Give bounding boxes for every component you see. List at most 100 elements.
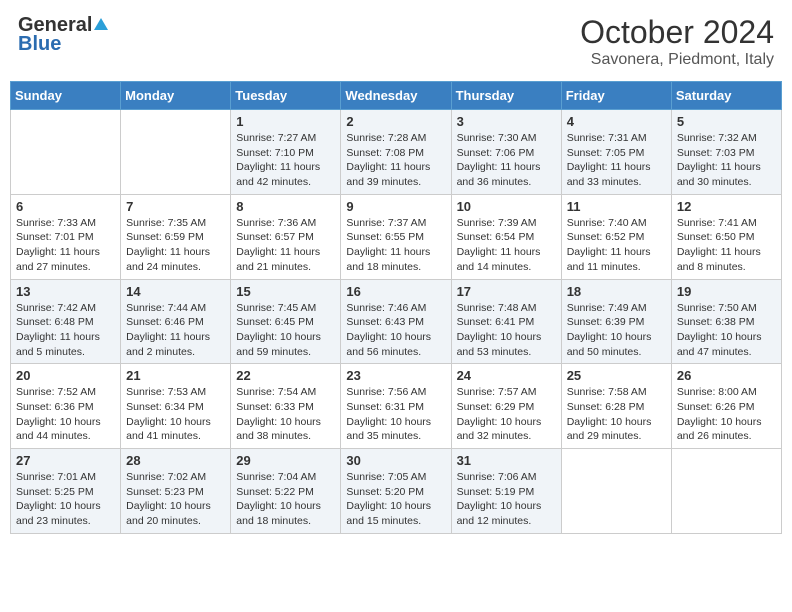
day-number: 14 xyxy=(126,284,225,299)
calendar-cell: 10 Sunrise: 7:39 AM Sunset: 6:54 PM Dayli… xyxy=(451,194,561,279)
cell-info: Sunrise: 7:31 AM Sunset: 7:05 PM Dayligh… xyxy=(567,131,666,190)
calendar-cell: 23 Sunrise: 7:56 AM Sunset: 6:31 PM Dayli… xyxy=(341,364,451,449)
day-number: 15 xyxy=(236,284,335,299)
day-number: 31 xyxy=(457,453,556,468)
calendar-cell: 14 Sunrise: 7:44 AM Sunset: 6:46 PM Dayli… xyxy=(121,279,231,364)
day-number: 9 xyxy=(346,199,445,214)
calendar-cell: 25Sunrise: 7:58 AM Sunset: 6:28 PM Dayli… xyxy=(561,364,671,449)
calendar-cell: 5 Sunrise: 7:32 AM Sunset: 7:03 PM Daylig… xyxy=(671,110,781,195)
calendar-cell: 21 Sunrise: 7:53 AM Sunset: 6:34 PM Dayli… xyxy=(121,364,231,449)
day-number: 11 xyxy=(567,199,666,214)
cell-info: Sunrise: 7:37 AM Sunset: 6:55 PM Dayligh… xyxy=(346,216,445,275)
day-number: 4 xyxy=(567,114,666,129)
day-number: 26 xyxy=(677,368,776,383)
calendar-cell: 28 Sunrise: 7:02 AM Sunset: 5:23 PM Dayli… xyxy=(121,449,231,534)
day-number: 3 xyxy=(457,114,556,129)
day-number: 13 xyxy=(16,284,115,299)
cell-info: Sunrise: 7:53 AM Sunset: 6:34 PM Dayligh… xyxy=(126,385,225,444)
calendar-cell: 20Sunrise: 7:52 AM Sunset: 6:36 PM Dayli… xyxy=(11,364,121,449)
day-number: 8 xyxy=(236,199,335,214)
day-number: 6 xyxy=(16,199,115,214)
calendar-cell: 7Sunrise: 7:35 AM Sunset: 6:59 PM Daylig… xyxy=(121,194,231,279)
column-header-thursday: Thursday xyxy=(451,82,561,110)
day-number: 10 xyxy=(457,199,556,214)
cell-info: Sunrise: 7:05 AM Sunset: 5:20 PM Dayligh… xyxy=(346,470,445,529)
day-number: 22 xyxy=(236,368,335,383)
calendar-cell: 16Sunrise: 7:46 AM Sunset: 6:43 PM Dayli… xyxy=(341,279,451,364)
calendar-cell: 30 Sunrise: 7:05 AM Sunset: 5:20 PM Dayli… xyxy=(341,449,451,534)
cell-info: Sunrise: 7:49 AM Sunset: 6:39 PM Dayligh… xyxy=(567,301,666,360)
calendar-week-4: 20Sunrise: 7:52 AM Sunset: 6:36 PM Dayli… xyxy=(11,364,782,449)
calendar-cell: 12 Sunrise: 7:41 AM Sunset: 6:50 PM Dayli… xyxy=(671,194,781,279)
calendar-cell: 22 Sunrise: 7:54 AM Sunset: 6:33 PM Dayli… xyxy=(231,364,341,449)
calendar-cell: 2 Sunrise: 7:28 AM Sunset: 7:08 PM Daylig… xyxy=(341,110,451,195)
calendar-cell: 15Sunrise: 7:45 AM Sunset: 6:45 PM Dayli… xyxy=(231,279,341,364)
cell-info: Sunrise: 7:44 AM Sunset: 6:46 PM Dayligh… xyxy=(126,301,225,360)
day-number: 28 xyxy=(126,453,225,468)
cell-info: Sunrise: 7:06 AM Sunset: 5:19 PM Dayligh… xyxy=(457,470,556,529)
day-number: 29 xyxy=(236,453,335,468)
calendar-cell xyxy=(561,449,671,534)
calendar-cell: 1 Sunrise: 7:27 AM Sunset: 7:10 PM Daylig… xyxy=(231,110,341,195)
cell-info: Sunrise: 7:36 AM Sunset: 6:57 PM Dayligh… xyxy=(236,216,335,275)
day-number: 5 xyxy=(677,114,776,129)
day-number: 30 xyxy=(346,453,445,468)
calendar-cell xyxy=(121,110,231,195)
calendar-week-3: 13 Sunrise: 7:42 AM Sunset: 6:48 PM Dayli… xyxy=(11,279,782,364)
cell-info: Sunrise: 7:39 AM Sunset: 6:54 PM Dayligh… xyxy=(457,216,556,275)
calendar-cell: 8 Sunrise: 7:36 AM Sunset: 6:57 PM Daylig… xyxy=(231,194,341,279)
cell-info: Sunrise: 7:56 AM Sunset: 6:31 PM Dayligh… xyxy=(346,385,445,444)
calendar-week-2: 6Sunrise: 7:33 AM Sunset: 7:01 PM Daylig… xyxy=(11,194,782,279)
day-number: 25 xyxy=(567,368,666,383)
page-header: General Blue October 2024 Savonera, Pied… xyxy=(10,10,782,73)
calendar-cell xyxy=(11,110,121,195)
cell-info: Sunrise: 7:28 AM Sunset: 7:08 PM Dayligh… xyxy=(346,131,445,190)
calendar-cell: 19Sunrise: 7:50 AM Sunset: 6:38 PM Dayli… xyxy=(671,279,781,364)
calendar-cell: 13 Sunrise: 7:42 AM Sunset: 6:48 PM Dayli… xyxy=(11,279,121,364)
calendar-cell: 4 Sunrise: 7:31 AM Sunset: 7:05 PM Daylig… xyxy=(561,110,671,195)
calendar-week-1: 1 Sunrise: 7:27 AM Sunset: 7:10 PM Daylig… xyxy=(11,110,782,195)
day-number: 24 xyxy=(457,368,556,383)
day-number: 1 xyxy=(236,114,335,129)
column-headers: SundayMondayTuesdayWednesdayThursdayFrid… xyxy=(11,82,782,110)
cell-info: Sunrise: 8:00 AM Sunset: 6:26 PM Dayligh… xyxy=(677,385,776,444)
day-number: 21 xyxy=(126,368,225,383)
location-text: Savonera, Piedmont, Italy xyxy=(580,51,774,69)
calendar-cell: 17 Sunrise: 7:48 AM Sunset: 6:41 PM Dayli… xyxy=(451,279,561,364)
cell-info: Sunrise: 7:40 AM Sunset: 6:52 PM Dayligh… xyxy=(567,216,666,275)
column-header-saturday: Saturday xyxy=(671,82,781,110)
cell-info: Sunrise: 7:54 AM Sunset: 6:33 PM Dayligh… xyxy=(236,385,335,444)
day-number: 18 xyxy=(567,284,666,299)
logo-triangle-icon xyxy=(94,18,108,30)
column-header-wednesday: Wednesday xyxy=(341,82,451,110)
calendar-cell: 26 Sunrise: 8:00 AM Sunset: 6:26 PM Dayli… xyxy=(671,364,781,449)
cell-info: Sunrise: 7:57 AM Sunset: 6:29 PM Dayligh… xyxy=(457,385,556,444)
cell-info: Sunrise: 7:27 AM Sunset: 7:10 PM Dayligh… xyxy=(236,131,335,190)
calendar-cell: 9 Sunrise: 7:37 AM Sunset: 6:55 PM Daylig… xyxy=(341,194,451,279)
cell-info: Sunrise: 7:46 AM Sunset: 6:43 PM Dayligh… xyxy=(346,301,445,360)
calendar-cell: 6Sunrise: 7:33 AM Sunset: 7:01 PM Daylig… xyxy=(11,194,121,279)
day-number: 17 xyxy=(457,284,556,299)
title-section: October 2024 Savonera, Piedmont, Italy xyxy=(580,14,774,69)
calendar-cell xyxy=(671,449,781,534)
calendar-cell: 18 Sunrise: 7:49 AM Sunset: 6:39 PM Dayli… xyxy=(561,279,671,364)
calendar-table: SundayMondayTuesdayWednesdayThursdayFrid… xyxy=(10,81,782,534)
cell-info: Sunrise: 7:42 AM Sunset: 6:48 PM Dayligh… xyxy=(16,301,115,360)
day-number: 12 xyxy=(677,199,776,214)
column-header-friday: Friday xyxy=(561,82,671,110)
day-number: 2 xyxy=(346,114,445,129)
day-number: 23 xyxy=(346,368,445,383)
month-title: October 2024 xyxy=(580,14,774,51)
cell-info: Sunrise: 7:48 AM Sunset: 6:41 PM Dayligh… xyxy=(457,301,556,360)
cell-info: Sunrise: 7:01 AM Sunset: 5:25 PM Dayligh… xyxy=(16,470,115,529)
column-header-tuesday: Tuesday xyxy=(231,82,341,110)
cell-info: Sunrise: 7:32 AM Sunset: 7:03 PM Dayligh… xyxy=(677,131,776,190)
day-number: 7 xyxy=(126,199,225,214)
day-number: 27 xyxy=(16,453,115,468)
logo-blue-text: Blue xyxy=(18,33,61,56)
calendar-week-5: 27 Sunrise: 7:01 AM Sunset: 5:25 PM Dayli… xyxy=(11,449,782,534)
calendar-cell: 31 Sunrise: 7:06 AM Sunset: 5:19 PM Dayli… xyxy=(451,449,561,534)
cell-info: Sunrise: 7:41 AM Sunset: 6:50 PM Dayligh… xyxy=(677,216,776,275)
cell-info: Sunrise: 7:02 AM Sunset: 5:23 PM Dayligh… xyxy=(126,470,225,529)
calendar-cell: 24 Sunrise: 7:57 AM Sunset: 6:29 PM Dayli… xyxy=(451,364,561,449)
